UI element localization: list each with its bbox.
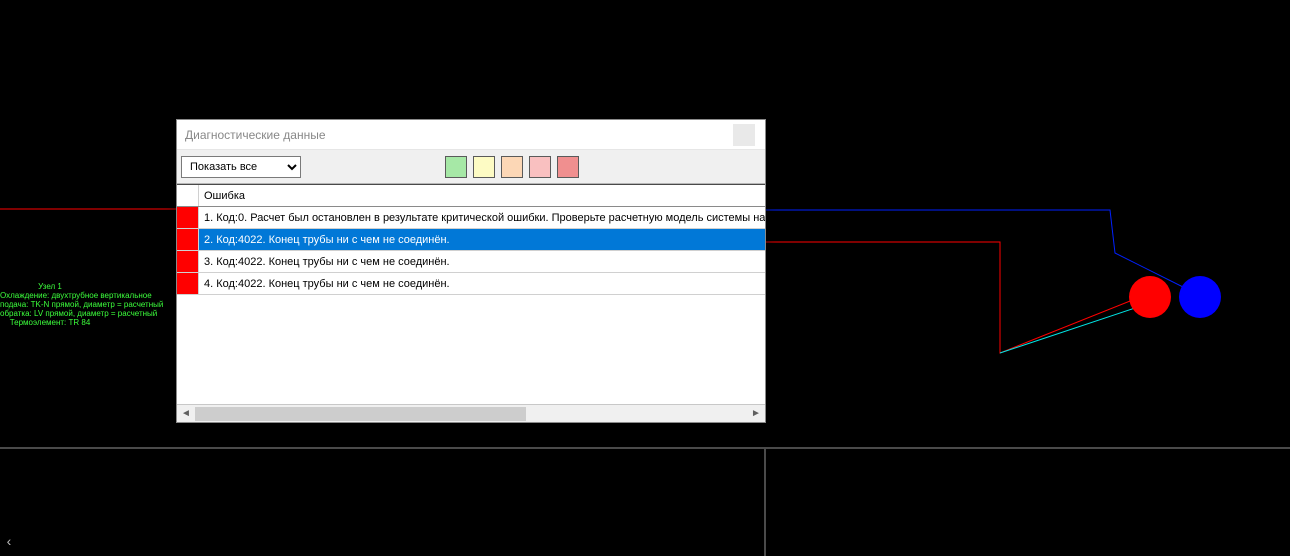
swatch-green[interactable] [445,156,467,178]
table-row[interactable]: 2. Код:4022. Конец трубы ни с чем не сое… [177,229,765,251]
node-info-block: Узел 1 Охлаждение: двухтрубное вертикаль… [0,282,100,327]
horizontal-scrollbar[interactable]: ◄ ► [177,404,765,422]
row-marker-icon [177,207,199,228]
swatch-pink[interactable] [529,156,551,178]
close-button[interactable] [733,124,755,146]
row-text: 3. Код:4022. Конец трубы ни с чем не сое… [199,251,765,272]
table-row[interactable]: 1. Код:0. Расчет был остановлен в резуль… [177,207,765,229]
row-text: 1. Код:0. Расчет был остановлен в резуль… [199,207,765,228]
grid-header-row: Ошибка [177,185,765,207]
node-info-line: обратка: LV прямой, диаметр = расчетный [0,309,100,318]
swatch-yellow[interactable] [473,156,495,178]
node-info-line: Термоэлемент: TR 84 [0,318,100,327]
row-marker-icon [177,229,199,250]
chevron-left-icon: ‹ [7,533,12,549]
scroll-right-arrow-icon[interactable]: ► [747,406,765,422]
row-text: 2. Код:4022. Конец трубы ни с чем не сое… [199,229,765,250]
scroll-track[interactable] [195,406,747,422]
scroll-thumb[interactable] [195,407,526,421]
diagnostics-grid: Ошибка 1. Код:0. Расчет был остановлен в… [177,184,765,422]
row-marker-icon [177,273,199,294]
row-text: 4. Код:4022. Конец трубы ни с чем не сое… [199,273,765,294]
node-info-line: подача: TK-N прямой, диаметр = расчетный [0,300,100,309]
diagnostics-dialog: Диагностические данные Показать все Ошиб… [176,119,766,423]
dialog-title: Диагностические данные [185,128,733,142]
dialog-toolbar: Показать все [177,150,765,184]
red-node-icon [1129,276,1171,318]
grid-body[interactable]: 1. Код:0. Расчет был остановлен в резуль… [177,207,765,404]
dialog-titlebar[interactable]: Диагностические данные [177,120,765,150]
table-row[interactable]: 3. Код:4022. Конец трубы ни с чем не сое… [177,251,765,273]
row-marker-icon [177,251,199,272]
filter-select[interactable]: Показать все [181,156,301,178]
blue-node-icon [1179,276,1221,318]
swatch-red[interactable] [557,156,579,178]
color-swatch-group [445,156,579,178]
node-info-line: Узел 1 [0,282,100,291]
grid-header-label[interactable]: Ошибка [199,185,765,206]
table-row[interactable]: 4. Код:4022. Конец трубы ни с чем не сое… [177,273,765,295]
scroll-left-arrow-icon[interactable]: ◄ [177,406,195,422]
node-info-line: Охлаждение: двухтрубное вертикальное [0,291,100,300]
grid-header-marker [177,185,199,206]
collapse-panel-button[interactable]: ‹ [0,526,18,556]
swatch-peach[interactable] [501,156,523,178]
